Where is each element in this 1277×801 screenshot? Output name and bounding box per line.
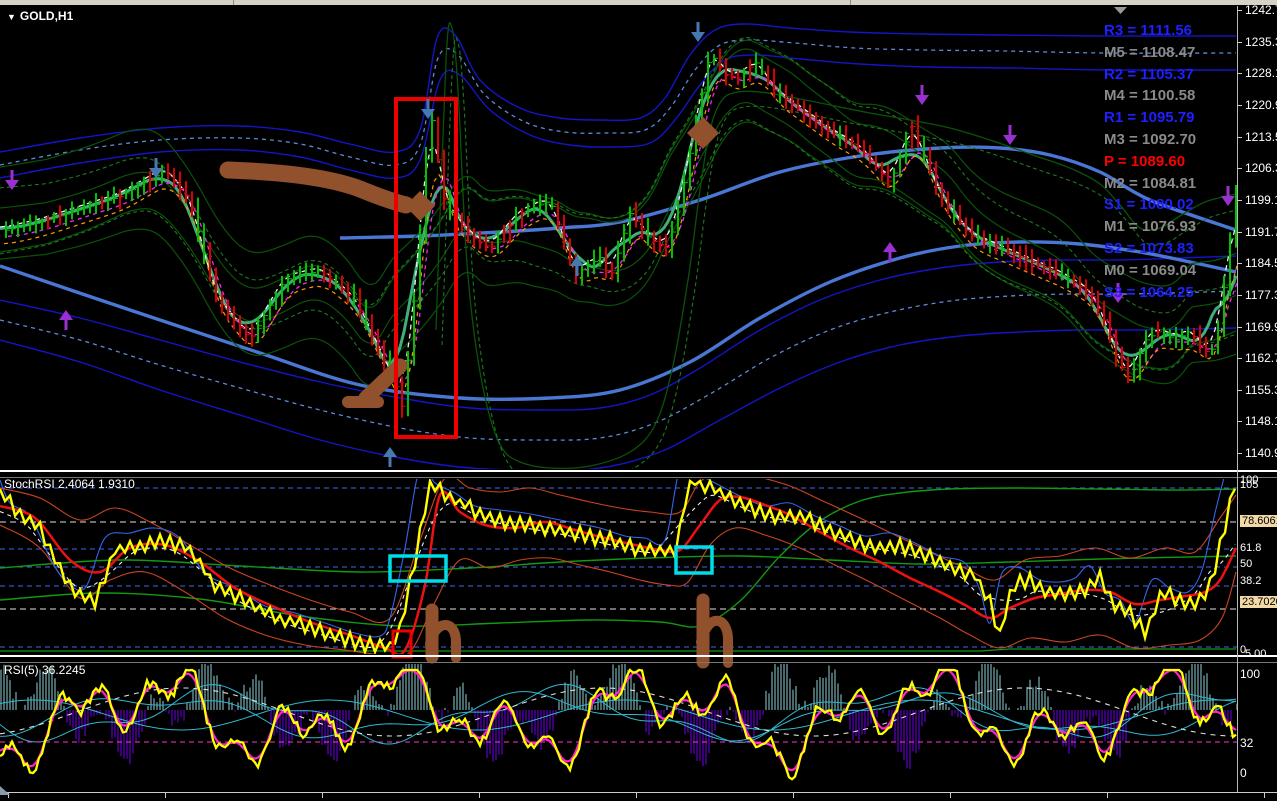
window-top-edge — [0, 0, 1277, 5]
chart-canvas[interactable] — [0, 0, 1277, 801]
toolbar-divider — [233, 0, 234, 5]
trading-chart-window: ▼ GOLD,H1 R3 = 1111.56 M5 = 1108.47 R2 = 11… — [0, 0, 1277, 801]
toolbar-divider — [850, 0, 851, 5]
